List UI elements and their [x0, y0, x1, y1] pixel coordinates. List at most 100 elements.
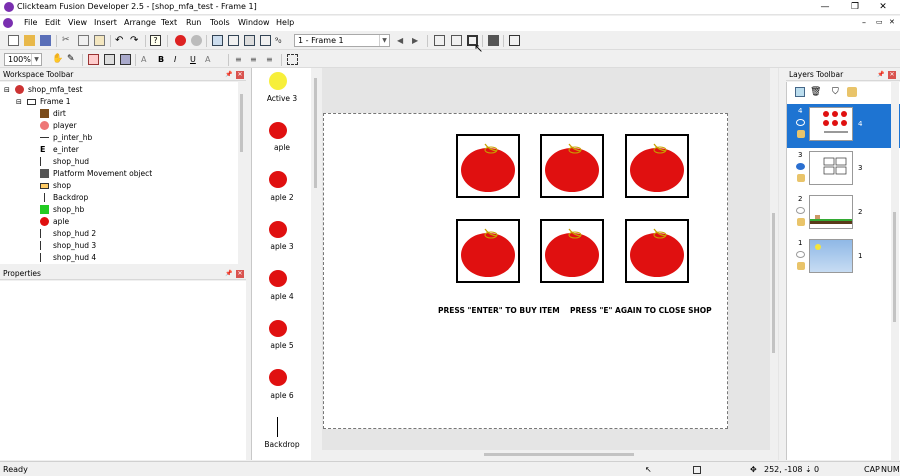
shop-item-slot[interactable] [625, 134, 689, 198]
apple-icon[interactable] [269, 270, 287, 287]
object-label[interactable]: aple 4 [252, 292, 312, 301]
fill-icon[interactable] [120, 54, 131, 65]
menu-view[interactable]: View [68, 18, 87, 27]
layer-view-icon[interactable] [488, 35, 499, 46]
mdi-close-button[interactable]: ✕ [889, 18, 895, 26]
close-button[interactable]: ✕ [868, 0, 898, 15]
document-icon[interactable] [3, 18, 13, 28]
eye-icon[interactable] [796, 119, 805, 126]
align-center-icon[interactable]: ≡ [250, 54, 261, 65]
hand-icon[interactable]: ✋ [52, 54, 63, 65]
shop-item-slot[interactable] [540, 134, 604, 198]
apple-icon[interactable] [269, 122, 287, 139]
prev-frame-icon[interactable]: ◀ [397, 35, 408, 46]
minimize-button[interactable]: — [810, 0, 840, 15]
object-list-scrollbar[interactable] [313, 68, 321, 460]
color-icon[interactable] [88, 54, 99, 65]
underline-icon[interactable]: U [190, 54, 201, 65]
mdi-restore-button[interactable]: ▭ [876, 18, 883, 26]
lock-icon[interactable] [797, 218, 805, 226]
menu-text[interactable]: Text [161, 18, 177, 27]
next-frame-icon[interactable]: ▶ [412, 35, 423, 46]
pin-icon[interactable]: 📌 [225, 270, 233, 278]
save-icon[interactable] [40, 35, 51, 46]
undo-icon[interactable]: ↶ [115, 35, 126, 46]
event-list-icon[interactable] [260, 35, 271, 46]
frame-editor-icon[interactable] [228, 35, 239, 46]
workspace-scrollbar[interactable] [238, 82, 246, 264]
mdi-minimize-button[interactable]: – [862, 18, 866, 27]
pin-icon[interactable]: 📌 [877, 71, 885, 79]
backdrop-line-icon[interactable] [277, 417, 278, 437]
redo-icon[interactable]: ↷ [130, 35, 141, 46]
new-icon[interactable] [8, 35, 19, 46]
grid-icon[interactable] [434, 35, 445, 46]
storyboard-icon[interactable] [212, 35, 223, 46]
tree-item-frame[interactable]: ⊟ Frame 1 [16, 96, 71, 108]
frame-vertical-scrollbar[interactable] [770, 68, 778, 460]
open-icon[interactable] [24, 35, 35, 46]
apple-icon[interactable] [269, 221, 287, 238]
layer-row-4[interactable]: 4 4 [787, 104, 900, 148]
layers-scrollbar[interactable] [891, 82, 899, 460]
menu-file[interactable]: File [24, 18, 37, 27]
object-label[interactable]: aple 2 [252, 193, 312, 202]
back-color-icon[interactable] [104, 54, 115, 65]
close-icon[interactable]: ✕ [236, 270, 244, 278]
yellow-circle-icon[interactable] [269, 72, 287, 90]
shop-item-slot[interactable] [625, 219, 689, 283]
snap-icon[interactable] [451, 35, 462, 46]
event-editor-icon[interactable] [244, 35, 255, 46]
layer-row-3[interactable]: 3 3 [787, 148, 900, 192]
menu-window[interactable]: Window [238, 18, 270, 27]
frame-horizontal-scrollbar[interactable] [322, 450, 770, 460]
layer-row-2[interactable]: 2 2 [787, 192, 900, 236]
run-icon[interactable] [191, 35, 202, 46]
cut-icon[interactable]: ✂ [62, 35, 73, 46]
help-icon[interactable]: ? [150, 35, 161, 46]
maximize-button[interactable]: ❐ [840, 0, 870, 15]
bold-icon[interactable]: B [158, 54, 169, 65]
copy-icon[interactable] [78, 35, 89, 46]
italic-icon[interactable]: I [174, 54, 185, 65]
layer-options-icon[interactable]: ⛉ [832, 87, 842, 97]
apple-icon[interactable] [269, 320, 287, 337]
buy-instruction-text[interactable]: PRESS "ENTER" TO BUY ITEM [438, 306, 560, 315]
add-layer-icon[interactable] [795, 87, 805, 97]
lock-icon[interactable] [797, 174, 805, 182]
close-instruction-text[interactable]: PRESS "E" AGAIN TO CLOSE SHOP [570, 306, 712, 315]
close-icon[interactable]: ✕ [888, 71, 896, 79]
menu-edit[interactable]: Edit [45, 18, 61, 27]
font-icon[interactable]: A [141, 54, 152, 65]
menu-tools[interactable]: Tools [210, 18, 230, 27]
menu-insert[interactable]: Insert [94, 18, 117, 27]
text-color-icon[interactable]: A [205, 54, 216, 65]
data-elements-icon[interactable]: ⁹₀ [275, 35, 286, 46]
object-label[interactable]: Active 3 [252, 94, 312, 103]
delete-layer-icon[interactable]: 🗑 [810, 87, 821, 97]
layout-icon[interactable] [509, 35, 520, 46]
apple-icon[interactable] [269, 171, 287, 188]
chevron-down-icon[interactable]: ▼ [379, 35, 389, 46]
menu-run[interactable]: Run [186, 18, 201, 27]
object-label[interactable]: aple [252, 143, 312, 152]
object-label[interactable]: aple 6 [252, 391, 312, 400]
eye-icon[interactable] [796, 251, 805, 258]
menu-arrange[interactable]: Arrange [124, 18, 156, 27]
frame-select[interactable]: 1 - Frame 1 ▼ [294, 34, 390, 47]
shop-item-slot[interactable] [456, 134, 520, 198]
tree-item-app[interactable]: ⊟ shop_mfa_test [4, 84, 82, 96]
pen-icon[interactable]: ✎ [67, 54, 78, 65]
chevron-down-icon[interactable]: ▼ [31, 54, 41, 65]
object-label[interactable]: Backdrop [252, 440, 312, 449]
close-icon[interactable]: ✕ [236, 71, 244, 79]
select-frame-icon[interactable] [287, 54, 298, 65]
eye-icon[interactable] [796, 207, 805, 214]
shop-item-slot[interactable] [540, 219, 604, 283]
shop-item-slot[interactable] [456, 219, 520, 283]
lock-icon[interactable] [797, 130, 805, 138]
apple-icon[interactable] [269, 369, 287, 386]
pin-icon[interactable]: 📌 [225, 71, 233, 79]
lock-icon[interactable] [847, 87, 857, 97]
menu-help[interactable]: Help [276, 18, 294, 27]
